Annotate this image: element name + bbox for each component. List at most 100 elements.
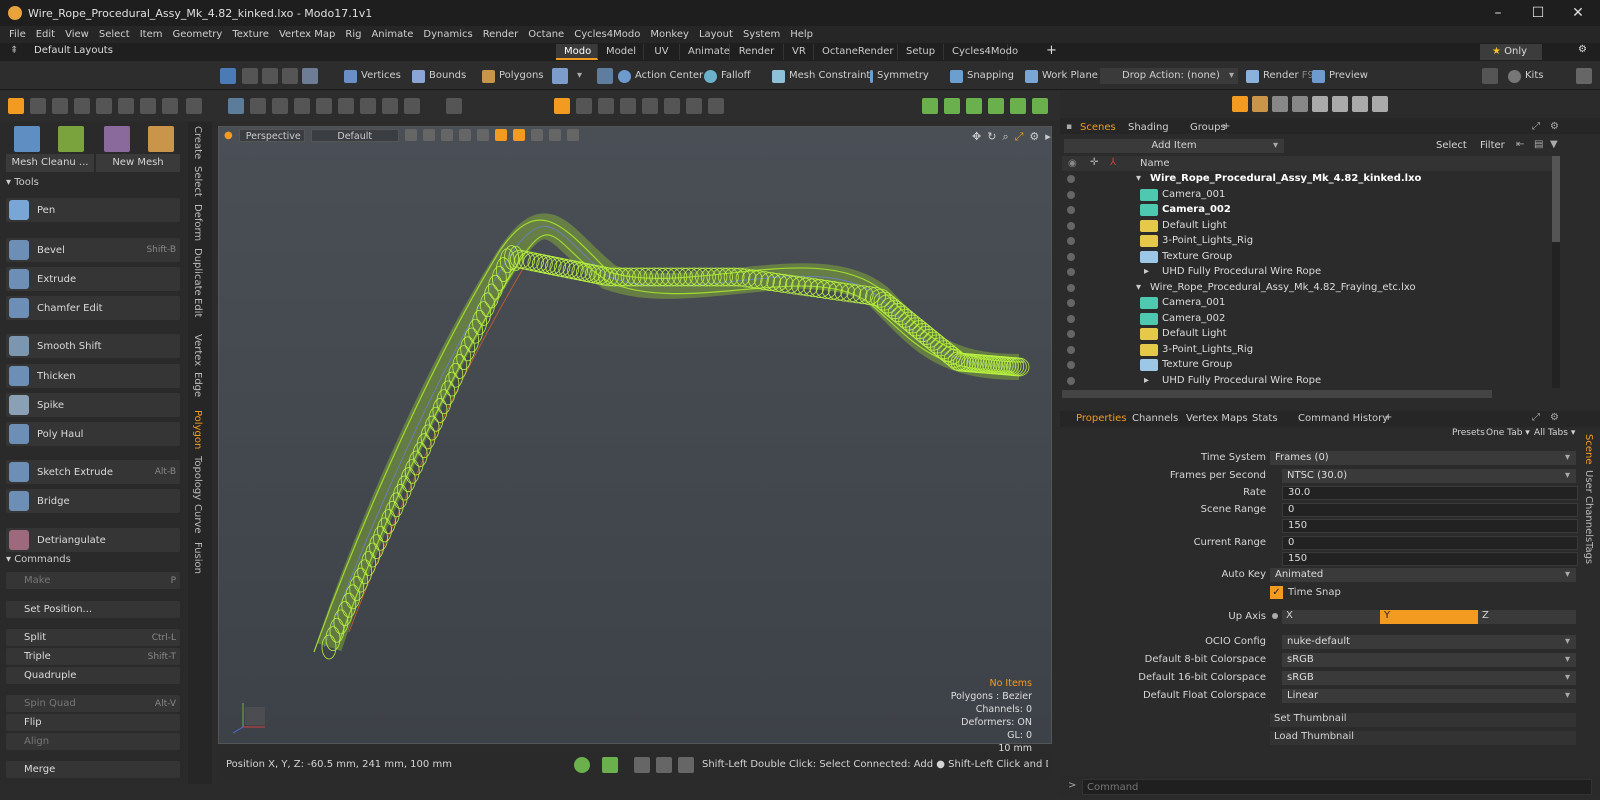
- command-triple[interactable]: Triple Shift-T: [6, 648, 180, 665]
- grid-icon[interactable]: [30, 98, 46, 114]
- render-button[interactable]: Render F9: [1246, 68, 1314, 84]
- tab-setup[interactable]: Setup: [898, 44, 944, 60]
- visibility-eye-icon[interactable]: [1067, 345, 1075, 354]
- tab-render[interactable]: Render: [730, 44, 784, 60]
- bars-icon[interactable]: [656, 757, 672, 773]
- ocio-select[interactable]: nuke-default: [1282, 635, 1576, 649]
- scrollbar-thumb[interactable]: [1552, 156, 1560, 242]
- vtab-edit[interactable]: Edit: [192, 298, 203, 317]
- pivot-icon[interactable]: [597, 68, 613, 84]
- select-button[interactable]: Select: [1436, 140, 1467, 151]
- mirror-icon[interactable]: [548, 129, 561, 141]
- add-item-button[interactable]: Add Item ▾: [1064, 139, 1284, 153]
- menu-item-system[interactable]: System: [743, 29, 780, 40]
- tool-spike[interactable]: Spike: [6, 393, 180, 417]
- scene-range-start-input[interactable]: 0: [1282, 503, 1578, 517]
- tab-vr[interactable]: VR: [784, 44, 814, 60]
- menu-item-monkey[interactable]: Monkey: [650, 29, 689, 40]
- visibility-eye-icon[interactable]: [1067, 361, 1075, 369]
- scene-tab-scenes[interactable]: Scenes: [1080, 122, 1116, 133]
- view-perspective-dropdown[interactable]: Perspective: [238, 128, 305, 142]
- add-tab-icon[interactable]: +: [1046, 43, 1057, 58]
- only-toggle[interactable]: ★ Only: [1480, 44, 1542, 60]
- select-paint-icon[interactable]: [262, 68, 278, 84]
- paint-icon[interactable]: [1332, 96, 1348, 112]
- pan-icon[interactable]: ✥: [972, 130, 981, 144]
- skeleton-icon[interactable]: [642, 98, 658, 114]
- command-flip[interactable]: Flip: [6, 714, 180, 731]
- tab-modo[interactable]: Modo: [556, 44, 598, 60]
- scene-item-row[interactable]: Camera_001: [1062, 188, 1552, 203]
- add-tab-icon[interactable]: +: [1384, 412, 1392, 423]
- collapsed-triangle-icon[interactable]: ▸: [1144, 266, 1149, 277]
- search-icon[interactable]: [446, 98, 462, 114]
- current-range-start-input[interactable]: 0: [1282, 536, 1578, 550]
- layer-icon[interactable]: [530, 129, 543, 141]
- clock-icon[interactable]: [96, 98, 112, 114]
- expand-icon[interactable]: ⤢: [1532, 121, 1540, 132]
- all-tabs-dropdown[interactable]: All Tabs ▾: [1534, 428, 1575, 438]
- tool-extrude[interactable]: Extrude: [6, 267, 180, 291]
- add-tab-icon[interactable]: +: [1222, 121, 1230, 132]
- sculpt-icon[interactable]: [104, 126, 130, 152]
- edit-icon[interactable]: [620, 98, 636, 114]
- scene-item-row[interactable]: Texture Group: [1062, 250, 1552, 265]
- light-toggle-icon[interactable]: [494, 129, 507, 141]
- wire-rope-mesh[interactable]: [219, 127, 1053, 745]
- new-mesh-button[interactable]: New Mesh: [96, 154, 180, 172]
- shade-icon[interactable]: [422, 129, 435, 141]
- target-icon[interactable]: [1032, 98, 1048, 114]
- scene-tab-shading[interactable]: Shading: [1128, 122, 1169, 133]
- vtab-vertex[interactable]: Vertex: [192, 334, 203, 366]
- command-align[interactable]: Align: [6, 733, 180, 750]
- cs8-select[interactable]: sRGB: [1282, 653, 1576, 667]
- scene-item-row[interactable]: Camera_002: [1062, 203, 1552, 218]
- axis-z-option[interactable]: Z: [1478, 610, 1576, 624]
- timer-icon[interactable]: [574, 757, 590, 773]
- snap-toggle-icon[interactable]: [554, 98, 570, 114]
- axis-y-option[interactable]: Y: [1380, 610, 1478, 624]
- scene-item-row[interactable]: 3-Point_Lights_Rig: [1062, 343, 1552, 358]
- expand-icon[interactable]: ⤢: [1532, 412, 1540, 423]
- check-icon[interactable]: [52, 98, 68, 114]
- visibility-eye-icon[interactable]: [1067, 376, 1075, 385]
- collapsed-triangle-icon[interactable]: ▸: [1144, 375, 1149, 386]
- menu-item-help[interactable]: Help: [790, 29, 813, 40]
- curve-icon[interactable]: [316, 98, 332, 114]
- panel-menu-icon[interactable]: ▪: [1066, 122, 1072, 132]
- bg-icon[interactable]: [476, 129, 489, 141]
- chevron-down-icon[interactable]: ▾: [577, 70, 582, 81]
- skeleton-icon[interactable]: [272, 98, 288, 114]
- vtab-duplicate[interactable]: Duplicate: [192, 248, 203, 296]
- tab-octanerender[interactable]: OctaneRender: [814, 44, 898, 60]
- tool-poly-haul[interactable]: Poly Haul: [6, 422, 180, 446]
- frame-icon[interactable]: [686, 98, 702, 114]
- gear-icon[interactable]: ⚙: [1550, 412, 1559, 423]
- action-center-button[interactable]: Action Center: [618, 68, 703, 84]
- tool-chamfer-edit[interactable]: Chamfer Edit: [6, 296, 180, 320]
- visibility-eye-icon[interactable]: [1067, 206, 1075, 214]
- snap-orange-icon[interactable]: [8, 98, 24, 114]
- time-system-select[interactable]: Frames (0): [1270, 451, 1576, 465]
- side-tab-tags[interactable]: Tags: [1583, 542, 1594, 564]
- scene-item-row[interactable]: Default Light: [1062, 219, 1552, 234]
- visibility-eye-icon[interactable]: [1067, 237, 1075, 245]
- gear-icon[interactable]: ⚙: [1550, 121, 1559, 132]
- snapping-button[interactable]: Snapping: [950, 68, 1014, 84]
- windows-icon[interactable]: [634, 757, 650, 773]
- eraser-icon[interactable]: [1352, 96, 1368, 112]
- filter-button[interactable]: Filter: [1480, 140, 1505, 151]
- visibility-eye-icon[interactable]: [1067, 175, 1075, 183]
- cube-set-icon[interactable]: [1312, 96, 1328, 112]
- arrows-icon[interactable]: [678, 757, 694, 773]
- view-style-dropdown[interactable]: Default: [310, 128, 399, 142]
- vtab-edge[interactable]: Edge: [192, 372, 203, 397]
- default-layouts-label[interactable]: Default Layouts: [34, 45, 113, 56]
- visibility-eye-icon[interactable]: [1067, 330, 1075, 338]
- trash-icon[interactable]: ▤: [1534, 139, 1543, 150]
- prop-tab-channels[interactable]: Channels: [1132, 413, 1178, 424]
- image-icon[interactable]: [988, 98, 1004, 114]
- no-entry-icon[interactable]: [566, 129, 579, 141]
- viewport-menu-icon[interactable]: ●: [224, 130, 233, 141]
- menu-item-animate[interactable]: Animate: [371, 29, 413, 40]
